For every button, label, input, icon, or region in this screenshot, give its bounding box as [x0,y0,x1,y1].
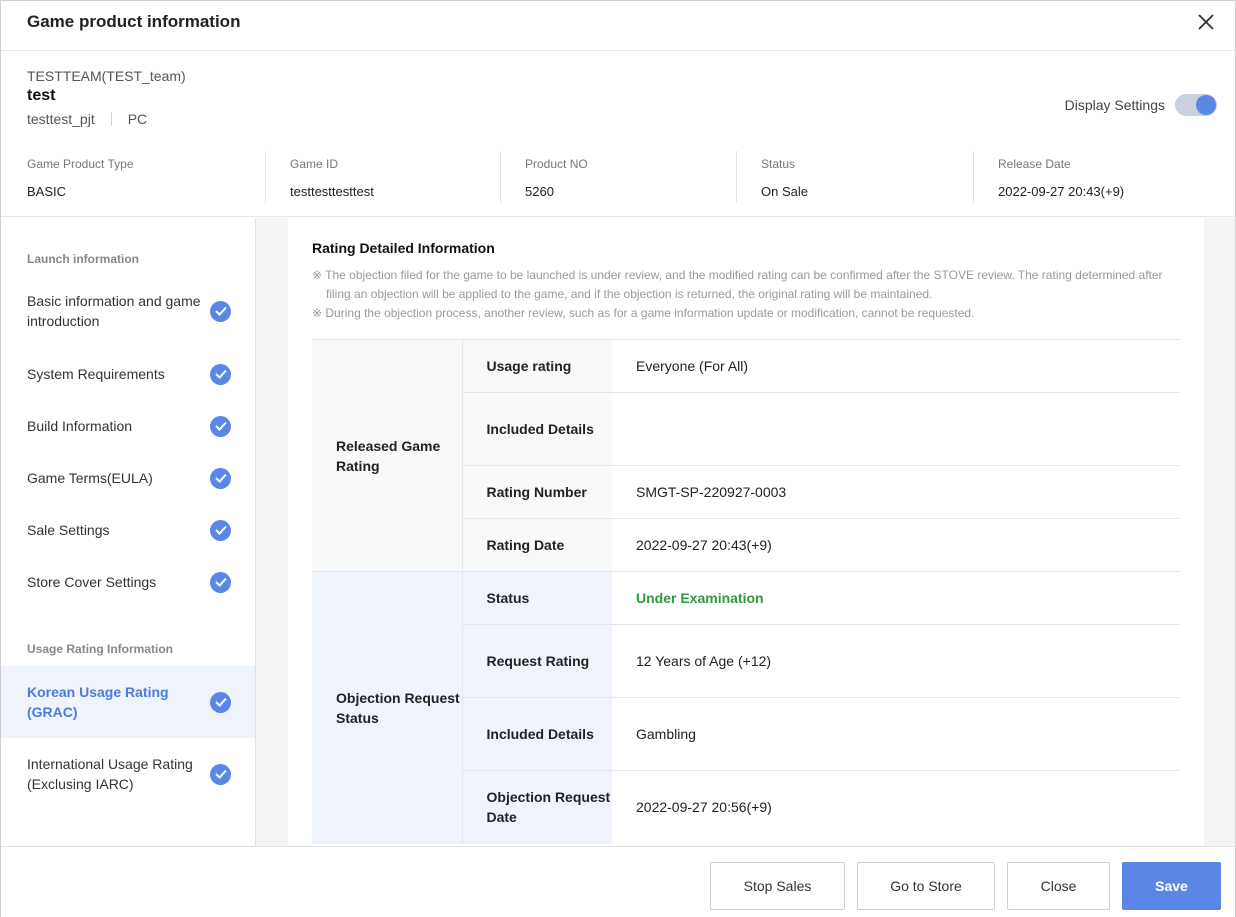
sidebar-item-label: Game Terms(EULA) [27,470,153,486]
meta-label: Game Product Type [27,157,134,171]
sidebar-item-system-requirements[interactable]: System Requirements [1,348,255,400]
team-name: TESTTEAM(TEST_team) [27,68,186,84]
go-to-store-button[interactable]: Go to Store [857,862,995,910]
meta-product-no: Product NO 5260 [500,151,736,203]
product-info-modal: Game product information TESTTEAM(TEST_t… [0,0,1236,917]
check-icon [210,467,231,489]
modal-title: Game product information [27,12,241,31]
sidebar-item-label: Store Cover Settings [27,574,157,590]
meta-value: testtesttesttest [290,184,374,199]
table-row: Objection Request Status Status Under Ex… [312,571,1180,844]
meta-label: Release Date [998,157,1071,171]
row-value: 12 Years of Age (+12) [612,624,1180,698]
check-icon [210,571,231,593]
notice-line: ※ The objection filed for the game to be… [312,268,1163,301]
sidebar-item-label: International Usage Rating (Exclusing IA… [27,756,193,792]
sidebar-item-label: Basic information and game introduction [27,293,201,329]
row-key: Rating Number [462,465,612,519]
rating-table: Released Game Rating Usage rating Everyo… [312,339,1180,844]
section-title: Rating Detailed Information [312,240,495,256]
sidebar-heading-usage-rating: Usage Rating Information [27,642,174,656]
row-key: Included Details [462,392,612,466]
product-name: test [27,87,56,104]
sidebar-item-store-cover-settings[interactable]: Store Cover Settings [1,556,255,608]
meta-label: Game ID [290,157,339,171]
content-area[interactable]: Rating Detailed Information ※ The object… [256,218,1235,846]
modal-footer: Stop Sales Go to Store Close Save [1,846,1235,917]
table-row: Released Game Rating Usage rating Everyo… [312,339,1180,572]
sidebar-item-sale-settings[interactable]: Sale Settings [1,504,255,556]
meta-status: Status On Sale [736,151,973,203]
meta-value: BASIC [27,184,67,199]
display-settings-label: Display Settings [1064,97,1165,113]
platform: PC [127,111,148,127]
project-name: testtest_pjt [27,111,95,127]
row-key: Request Rating [462,624,612,698]
notice-line: ※ During the objection process, another … [312,306,975,320]
objection-status-group: Objection Request Status [312,571,463,844]
status-value: Under Examination [612,571,1180,625]
sidebar-item-international-usage-rating[interactable]: International Usage Rating (Exclusing IA… [1,738,255,810]
check-icon [210,691,231,713]
released-rating-group: Released Game Rating [312,339,463,572]
display-settings: Display Settings [1065,94,1217,116]
row-key: Usage rating [462,339,612,393]
sidebar-item-label: System Requirements [27,366,165,382]
meta-value: 2022-09-27 20:43(+9) [998,184,1125,199]
product-meta: Game Product Type BASIC Game ID testtest… [1,151,1235,217]
rating-panel: Rating Detailed Information ※ The object… [288,218,1204,846]
sidebar-heading-launch: Launch information [27,252,139,266]
row-value: Gambling [612,697,1180,771]
row-value: 2022-09-27 20:56(+9) [612,770,1180,844]
check-icon [210,763,231,785]
row-key: Objection Request Date [462,770,612,844]
check-icon [210,415,231,437]
display-settings-toggle[interactable] [1175,94,1217,116]
close-button[interactable]: Close [1007,862,1110,910]
meta-label: Product NO [525,157,588,171]
row-key: Rating Date [462,518,612,572]
meta-value: 5260 [525,184,554,199]
row-key: Included Details [462,697,612,771]
check-icon [210,363,231,385]
sidebar: Launch information Basic information and… [1,218,256,846]
meta-value: On Sale [761,184,808,199]
row-value [612,392,1180,466]
row-key: Status [462,571,612,625]
sidebar-item-label: Build Information [27,418,133,434]
sidebar-item-game-terms[interactable]: Game Terms(EULA) [1,452,255,504]
check-icon [210,519,231,541]
project-row: testtest_pjt PC [27,111,147,127]
toggle-knob [1196,95,1216,115]
modal-header: Game product information [1,1,1235,51]
close-icon[interactable] [1195,11,1217,33]
row-value: SMGT-SP-220927-0003 [612,465,1180,519]
sidebar-item-korean-usage-rating[interactable]: Korean Usage Rating (GRAC) [1,666,255,738]
meta-release-date: Release Date 2022-09-27 20:43(+9) [973,151,1233,203]
meta-game-id: Game ID testtesttesttest [265,151,500,203]
save-button[interactable]: Save [1122,862,1221,910]
sidebar-item-label: Korean Usage Rating (GRAC) [27,684,169,720]
sidebar-item-basic-information[interactable]: Basic information and game introduction [1,280,255,342]
meta-game-product-type: Game Product Type BASIC [1,151,265,203]
divider [110,112,112,126]
sidebar-item-label: Sale Settings [27,522,110,538]
stop-sales-button[interactable]: Stop Sales [710,862,845,910]
row-value: Everyone (For All) [612,339,1180,393]
sidebar-item-build-information[interactable]: Build Information [1,400,255,452]
row-value: 2022-09-27 20:43(+9) [612,518,1180,572]
check-icon [210,300,231,322]
notice-text: ※ The objection filed for the game to be… [312,266,1172,323]
meta-label: Status [761,157,796,171]
